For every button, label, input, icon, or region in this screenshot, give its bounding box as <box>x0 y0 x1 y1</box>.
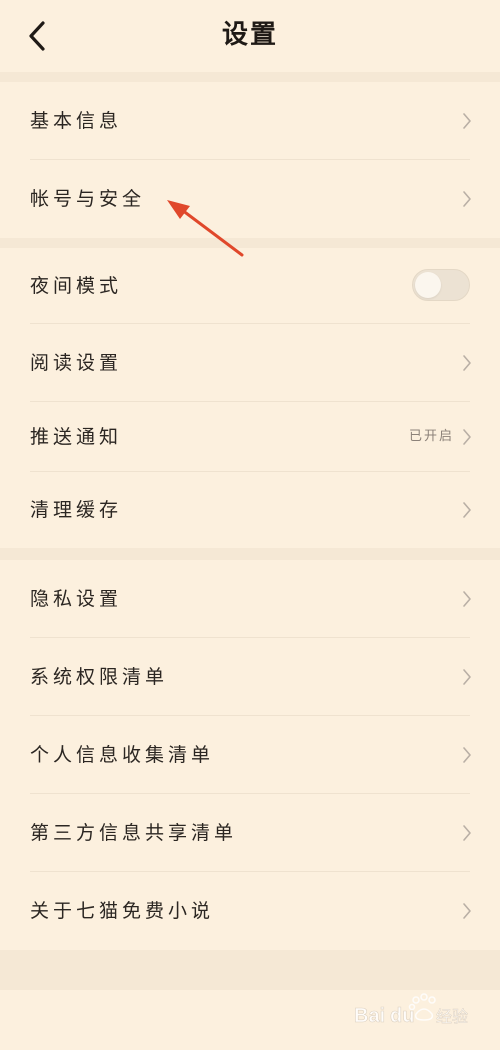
row-label: 第三方信息共享清单 <box>30 822 238 844</box>
row-privacy-settings[interactable]: 隐私设置 <box>0 560 500 638</box>
chevron-right-icon <box>463 429 471 445</box>
row-third-party-sharing[interactable]: 第三方信息共享清单 <box>0 794 500 872</box>
chevron-right-icon <box>463 191 471 207</box>
row-label: 清理缓存 <box>30 499 123 521</box>
settings-page: 设置 基本信息 帐号与安全 夜间模式 阅读设置 推送通知 已开启 清理缓存 隐私… <box>0 0 500 1050</box>
row-night-mode[interactable]: 夜间模式 <box>0 248 500 324</box>
row-about-app[interactable]: 关于七猫免费小说 <box>0 872 500 950</box>
chevron-right-icon <box>463 747 471 763</box>
row-label: 夜间模式 <box>30 275 123 297</box>
chevron-right-icon <box>463 113 471 129</box>
page-title: 设置 <box>221 20 278 50</box>
header-bar: 设置 <box>0 0 500 72</box>
chevron-right-icon <box>463 355 471 371</box>
row-basic-info[interactable]: 基本信息 <box>0 82 500 160</box>
night-mode-toggle[interactable] <box>412 269 470 301</box>
privacy-section: 隐私设置 系统权限清单 个人信息收集清单 第三方信息共享清单 关于七猫免费小说 <box>0 560 500 950</box>
svg-text:经验: 经验 <box>436 1007 468 1026</box>
chevron-right-icon <box>463 903 471 919</box>
chevron-right-icon <box>463 591 471 607</box>
row-label: 基本信息 <box>30 110 123 132</box>
toggle-knob <box>415 272 441 298</box>
row-system-permissions[interactable]: 系统权限清单 <box>0 638 500 716</box>
row-label: 关于七猫免费小说 <box>30 900 215 922</box>
row-label: 个人信息收集清单 <box>30 744 215 766</box>
baidu-watermark-logo: Bai du 经验 <box>354 993 468 1027</box>
row-label: 推送通知 <box>30 426 123 448</box>
chevron-right-icon <box>463 502 471 518</box>
chevron-right-icon <box>463 825 471 841</box>
row-label: 帐号与安全 <box>30 188 146 210</box>
account-section: 基本信息 帐号与安全 <box>0 82 500 238</box>
row-push-notifications[interactable]: 推送通知 已开启 <box>0 402 500 472</box>
row-reading-settings[interactable]: 阅读设置 <box>0 324 500 402</box>
preferences-section: 夜间模式 阅读设置 推送通知 已开启 清理缓存 <box>0 248 500 548</box>
status-text: 已开启 <box>408 429 454 444</box>
chevron-right-icon <box>463 669 471 685</box>
row-label: 隐私设置 <box>30 588 123 610</box>
row-label: 阅读设置 <box>30 352 123 374</box>
row-personal-info-list[interactable]: 个人信息收集清单 <box>0 716 500 794</box>
svg-text:du: du <box>390 1005 414 1027</box>
row-clear-cache[interactable]: 清理缓存 <box>0 472 500 548</box>
row-account-security[interactable]: 帐号与安全 <box>0 160 500 238</box>
svg-text:Bai: Bai <box>354 1005 385 1027</box>
row-label: 系统权限清单 <box>30 666 169 688</box>
